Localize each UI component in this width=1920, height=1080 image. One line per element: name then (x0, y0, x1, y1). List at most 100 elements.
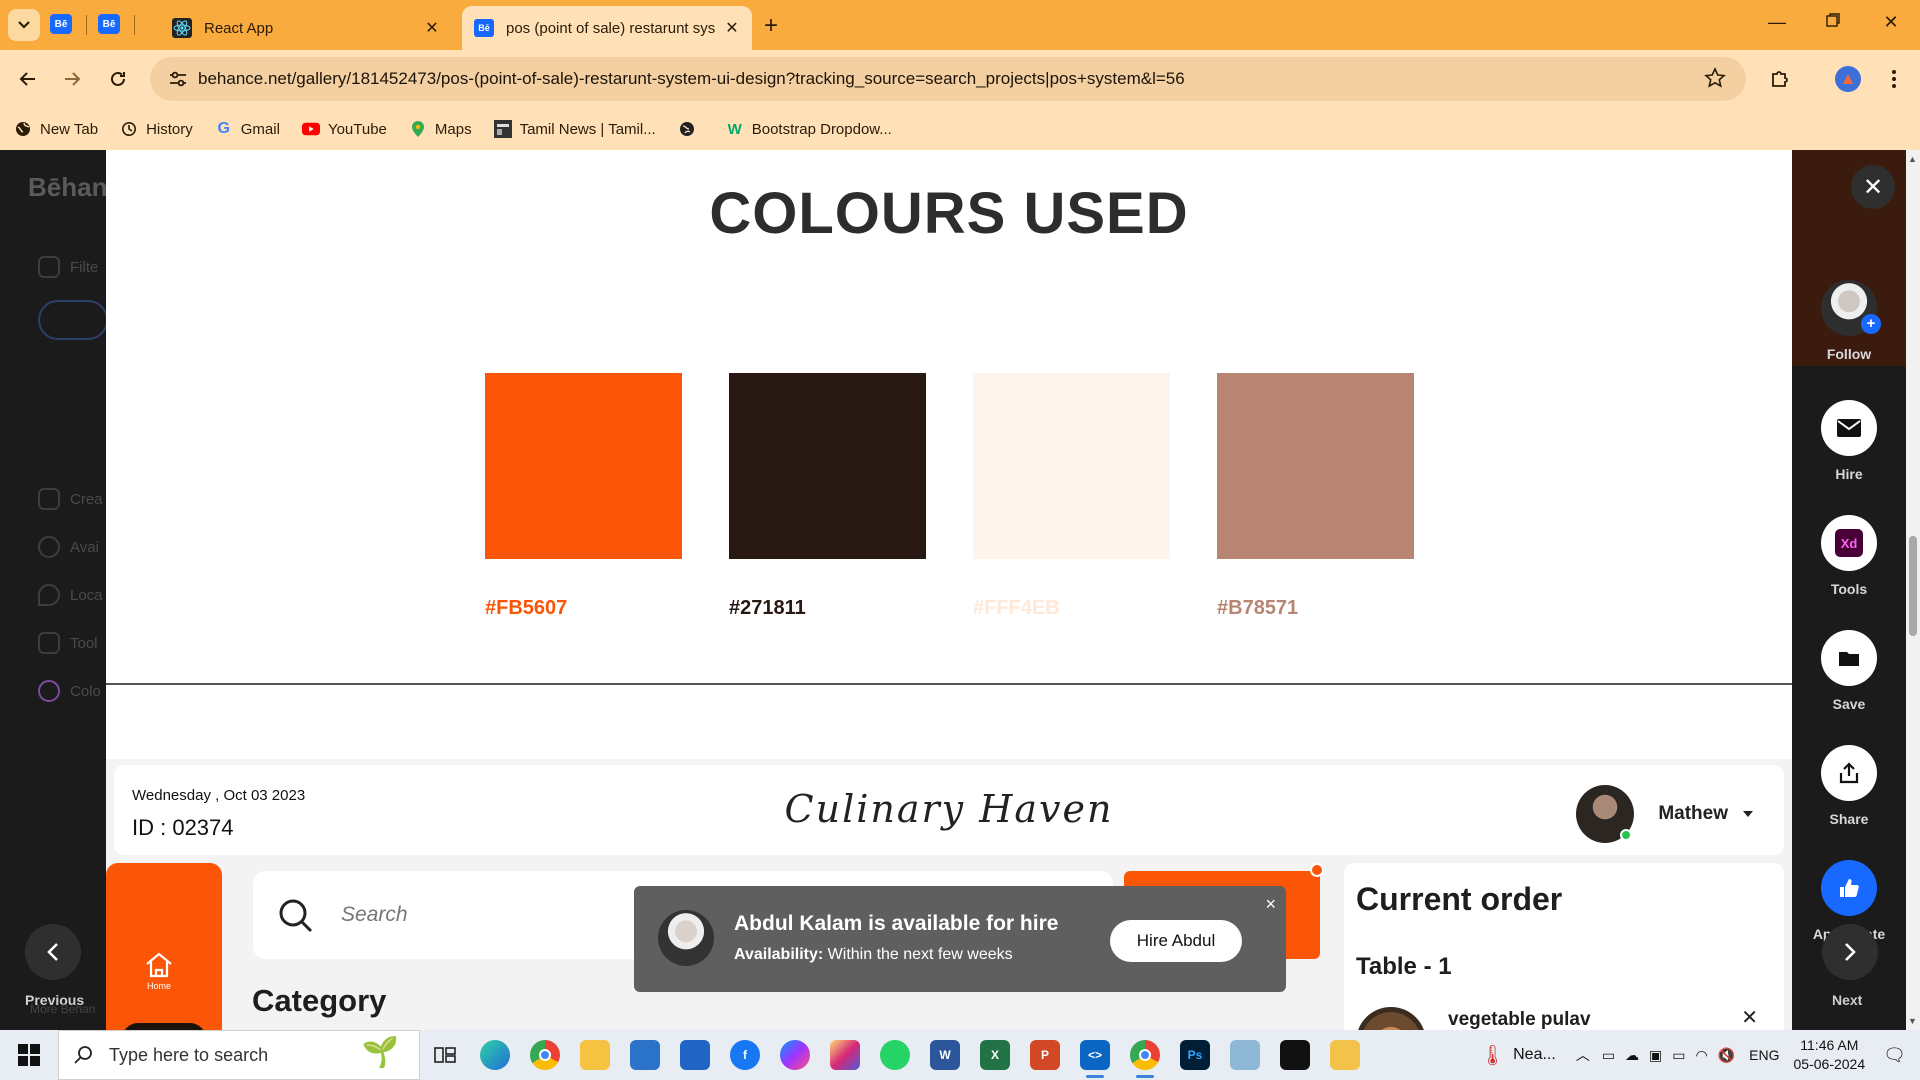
tab-behance-project[interactable]: Bē pos (point of sale) restarunt sys ✕ (462, 6, 752, 50)
site-settings-icon[interactable] (158, 71, 198, 87)
taskbar-search[interactable]: Type here to search 🌱 (58, 1030, 420, 1080)
share-button[interactable]: Share (1792, 745, 1906, 827)
search-icon (74, 1046, 92, 1064)
tab-search-button[interactable] (8, 9, 40, 41)
close-window-button[interactable]: ✕ (1876, 12, 1906, 33)
forward-button[interactable] (58, 65, 86, 93)
scroll-up-arrow[interactable]: ▲ (1908, 154, 1917, 164)
tab-title: React App (204, 19, 274, 37)
notepad-icon[interactable] (1220, 1030, 1270, 1080)
behance-icon: Bē (102, 18, 116, 30)
follow-button[interactable]: + Follow (1792, 280, 1906, 362)
instagram-icon[interactable] (820, 1030, 870, 1080)
onedrive-icon[interactable] (1320, 1030, 1370, 1080)
behance-sidebar: Bēhan Filte Crea Avai Loca Tool Colo (0, 150, 108, 1030)
powerpoint-icon[interactable]: P (1020, 1030, 1070, 1080)
sidebar-item-color[interactable]: Colo (38, 680, 101, 702)
excel-icon[interactable]: X (970, 1030, 1020, 1080)
new-tab-button[interactable]: + (764, 12, 778, 40)
bookmark-new-tab[interactable]: New Tab (14, 120, 98, 138)
vscode-icon[interactable]: <> (1070, 1030, 1120, 1080)
browser-menu-button[interactable] (1880, 65, 1908, 93)
bookmark-maps[interactable]: Maps (409, 120, 472, 138)
pos-header: Wednesday , Oct 03 2023 ID : 02374 Culin… (114, 765, 1784, 855)
address-bar[interactable]: behance.net/gallery/181452473/pos-(point… (150, 57, 1746, 101)
bookmark-star-icon[interactable] (1704, 67, 1726, 94)
close-tab-icon[interactable]: ✕ (720, 18, 744, 38)
bookmark-bootstrap[interactable]: W Bootstrap Dropdow... (726, 120, 892, 138)
cloud-icon[interactable]: ☁ (1625, 1047, 1639, 1064)
sidebar-item-filters[interactable]: Filte (38, 256, 98, 278)
pinned-tab-behance[interactable]: Bē (50, 14, 72, 34)
bookmark-history[interactable]: History (120, 120, 193, 138)
tools-button[interactable]: Xd Tools (1792, 515, 1906, 597)
mail-app-icon[interactable] (620, 1030, 670, 1080)
task-view-icon[interactable] (420, 1030, 470, 1080)
pinned-tab-behance-2[interactable]: Bē (98, 14, 120, 34)
whatsapp-icon[interactable] (870, 1030, 920, 1080)
bookmark-gmail[interactable]: G Gmail (215, 120, 280, 138)
profile-button[interactable] (1834, 65, 1862, 93)
file-explorer-icon[interactable] (570, 1030, 620, 1080)
sidebar-item-creative-fields[interactable]: Crea (38, 488, 103, 510)
weather-text[interactable]: Nea... (1513, 1046, 1556, 1064)
chevron-up-icon[interactable]: ︿ (1576, 1045, 1590, 1065)
globe-dark-icon (678, 120, 696, 138)
close-toast-icon[interactable]: × (1265, 894, 1276, 915)
device-icon[interactable]: ▭ (1602, 1047, 1615, 1064)
home-label: Home (146, 981, 171, 991)
minimize-button[interactable]: — (1762, 12, 1792, 33)
close-tab-icon[interactable]: ✕ (420, 18, 444, 38)
behance-logo[interactable]: Bēhan (28, 172, 107, 203)
share-icon (1821, 745, 1877, 801)
previous-project-button[interactable] (25, 924, 81, 980)
bookmark-tamil-news[interactable]: Tamil News | Tamil... (493, 120, 656, 138)
chrome-icon[interactable] (520, 1030, 570, 1080)
wifi-icon[interactable]: ◠ (1696, 1047, 1708, 1064)
notifications-icon[interactable]: 🗨 (1883, 1045, 1906, 1066)
tools-icon (38, 632, 60, 654)
messenger-icon[interactable] (770, 1030, 820, 1080)
sidebar-item-availability[interactable]: Avai (38, 536, 99, 558)
save-button[interactable]: Save (1792, 630, 1906, 712)
tab-strip: Bē Bē React App ✕ Bē pos (point of sale)… (0, 0, 1920, 50)
language-indicator[interactable]: ENG (1749, 1047, 1779, 1063)
terminal-icon[interactable] (1270, 1030, 1320, 1080)
scrollbar-thumb[interactable] (1909, 536, 1917, 636)
back-button[interactable] (14, 65, 42, 93)
extensions-button[interactable] (1766, 65, 1794, 93)
close-project-button[interactable]: ✕ (1851, 165, 1895, 209)
chevron-down-icon (18, 21, 30, 29)
speaker-muted-icon[interactable]: 🔇 (1718, 1047, 1735, 1064)
sidebar-item-tools[interactable]: Tool (38, 632, 98, 654)
page-scrollbar[interactable]: ▲ ▼ (1906, 150, 1920, 1030)
photoshop-icon[interactable]: Ps (1170, 1030, 1220, 1080)
bookmark-world[interactable] (678, 120, 704, 138)
address-text: behance.net/gallery/181452473/pos-(point… (198, 69, 1185, 88)
sidebar-item-location[interactable]: Loca (38, 584, 103, 606)
restore-button[interactable] (1818, 12, 1848, 33)
word-icon[interactable]: W (920, 1030, 970, 1080)
bookmarks-bar: New Tab History G Gmail YouTube Maps Tam… (0, 108, 1920, 150)
chrome-active-icon[interactable] (1120, 1030, 1170, 1080)
scroll-down-arrow[interactable]: ▼ (1908, 1016, 1917, 1026)
display-icon[interactable]: ▣ (1649, 1047, 1662, 1064)
search-icon (279, 899, 313, 933)
bookmark-youtube[interactable]: YouTube (301, 120, 387, 138)
color-hex-label: #B78571 (1217, 597, 1299, 619)
start-button[interactable] (0, 1030, 58, 1080)
tab-react-app[interactable]: React App ✕ (160, 6, 452, 50)
tab-separator (86, 15, 87, 35)
hire-abdul-button[interactable]: Hire Abdul (1110, 920, 1242, 962)
arrow-right-icon (65, 72, 81, 86)
hire-button[interactable]: Hire (1792, 400, 1906, 482)
edge-icon[interactable] (470, 1030, 520, 1080)
facebook-icon[interactable]: f (720, 1030, 770, 1080)
taskbar-clock[interactable]: 11:46 AM 05-06-2024 (1794, 1036, 1866, 1074)
battery-icon[interactable]: ▭ (1672, 1047, 1685, 1064)
reload-button[interactable] (104, 65, 132, 93)
store-icon[interactable] (670, 1030, 720, 1080)
sidebar-search-field[interactable] (38, 300, 108, 340)
order-item-name: vegetable pulav (1448, 1009, 1591, 1030)
next-project-button[interactable] (1822, 924, 1878, 980)
